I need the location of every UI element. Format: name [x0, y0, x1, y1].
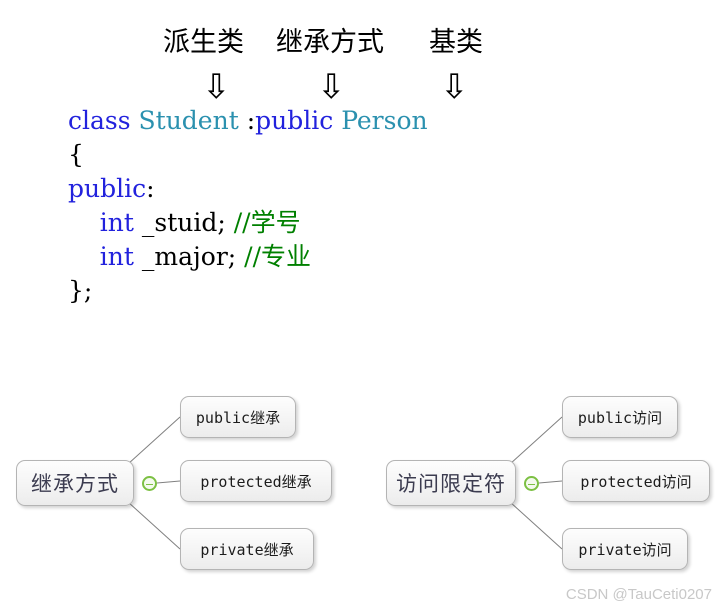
code-line: int _stuid; //学号 [68, 206, 428, 240]
code-token-plain: _stuid; [133, 208, 234, 237]
down-arrow-icon: ⇩ [440, 67, 469, 107]
code-line: int _major; //专业 [68, 240, 428, 274]
code-token-plain: }; [68, 276, 93, 305]
code-line: { [68, 138, 428, 172]
mindmap-root-node[interactable]: 继承方式 [16, 460, 134, 506]
code-token-keyword: class [68, 106, 139, 135]
code-token-plain: : [146, 174, 155, 203]
code-line: public: [68, 172, 428, 206]
code-token-comment: //专业 [244, 242, 311, 271]
mindmap-child-label: public继承 [195, 408, 281, 427]
annotation-label-derived-class: 派生类 [163, 27, 244, 58]
mindmap-child-node[interactable]: public继承 [180, 396, 296, 438]
watermark: CSDN @TauCeti0207 [565, 586, 712, 603]
down-arrow-icon: ⇩ [317, 67, 346, 107]
code-token-keyword: int [99, 208, 134, 237]
down-arrow-icon: ⇩ [202, 67, 231, 107]
code-snippet: class Student :public Person{public: int… [68, 104, 428, 308]
mindmap-child-label: private访问 [578, 540, 672, 559]
annotation-header: 派生类 继承方式 基类 ⇩ ⇩ ⇩ [0, 14, 726, 104]
mindmap-root-label: 访问限定符 [396, 472, 506, 496]
mindmap-root-label: 继承方式 [31, 472, 119, 496]
code-token-plain: { [68, 140, 84, 169]
mindmap-collapse-toggle[interactable] [524, 476, 539, 491]
mindmap-child-node[interactable]: public访问 [562, 396, 678, 438]
mindmap-child-node[interactable]: private继承 [180, 528, 314, 570]
mindmap-collapse-toggle[interactable] [142, 476, 157, 491]
annotation-label-base-class: 基类 [429, 27, 483, 58]
mindmap-child-label: private继承 [200, 540, 294, 559]
mindmap-child-label: public访问 [577, 408, 663, 427]
code-token-keyword: public [255, 106, 334, 135]
code-token-keyword: int [99, 242, 134, 271]
mindmap-child-label: protected访问 [580, 472, 692, 491]
mindmap-child-node[interactable]: protected访问 [562, 460, 710, 502]
mindmap-child-node[interactable]: private访问 [562, 528, 688, 570]
annotation-label-inheritance-mode: 继承方式 [276, 27, 384, 58]
code-token-comment: //学号 [233, 208, 301, 237]
mindmap-child-node[interactable]: protected继承 [180, 460, 332, 502]
code-token-type: Person [341, 106, 428, 135]
mindmap-inheritance-modes: 继承方式 public继承 protected继承 private继承 [14, 392, 354, 592]
mindmap-child-label: protected继承 [200, 472, 312, 491]
mindmap-access-specifiers: 访问限定符 public访问 protected访问 private访问 [386, 392, 716, 592]
code-token-plain: : [238, 106, 256, 135]
code-token-keyword: public [68, 174, 147, 203]
code-token-type: Student [138, 106, 239, 135]
code-token-plain: _major; [133, 242, 245, 271]
code-line: class Student :public Person [68, 104, 428, 138]
mindmap-root-node[interactable]: 访问限定符 [386, 460, 516, 506]
code-line: }; [68, 274, 428, 308]
